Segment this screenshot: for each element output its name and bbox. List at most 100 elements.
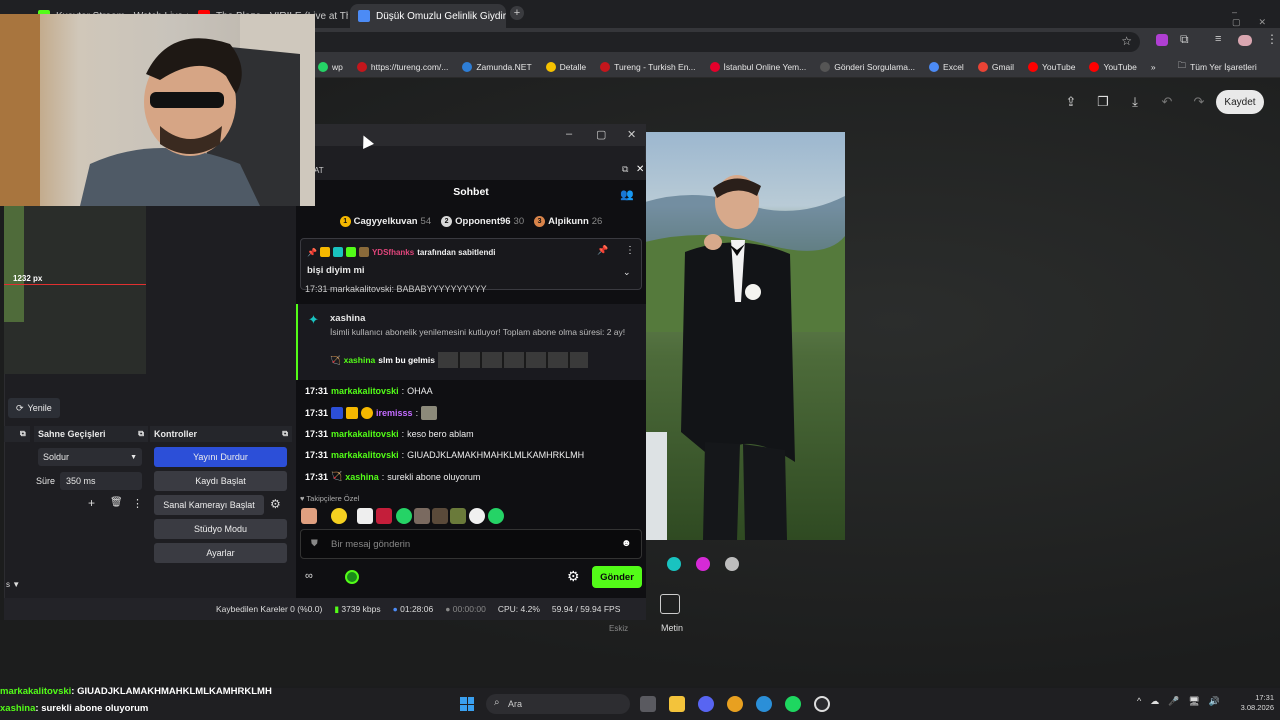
emote-icon[interactable] (414, 508, 430, 524)
leader-item[interactable]: 3 Alpikunn 26 (534, 216, 602, 227)
bookmark-item[interactable]: YouTube (1089, 61, 1137, 72)
task-view-icon[interactable] (640, 696, 656, 712)
edge-icon[interactable] (756, 696, 772, 712)
chat-message[interactable]: 17:31 iremisss: (305, 406, 438, 420)
bookmark-item[interactable]: Excel (929, 61, 964, 72)
kick-points-icon[interactable] (345, 570, 359, 584)
emoji-icon[interactable]: ☻ (621, 538, 632, 549)
new-tab-button[interactable]: + (510, 6, 524, 20)
leader-item[interactable]: 2 Opponent96 30 (441, 216, 524, 227)
emote-icon[interactable] (376, 508, 392, 524)
bookmark-item[interactable]: Gönderi Sorgulama... (820, 61, 915, 72)
puzzle-icon[interactable]: ⧉ (1180, 32, 1189, 47)
msg-user[interactable]: markakalitovski (331, 450, 399, 460)
emote-icon[interactable] (469, 508, 485, 524)
taskbar-clock[interactable]: 17:31 3.08.2026 (1234, 693, 1274, 713)
leader-item[interactable]: 1 Cagyyelkuvan 54 (339, 216, 431, 227)
bookmark-item[interactable]: Gmail (977, 61, 1014, 72)
share-icon[interactable]: ⇪ (1060, 91, 1082, 113)
system-tray[interactable]: ^☁🎤🖥🔊 (1137, 696, 1229, 707)
bookmark-item[interactable]: Zamunda.NET (462, 61, 532, 72)
dropdown-icon[interactable]: s ▼ (6, 580, 20, 589)
msg-user[interactable]: xashina (345, 472, 379, 482)
emote-icon[interactable] (331, 508, 347, 524)
all-bookmarks-button[interactable]: 🗀 Tüm Yer İşaretleri (1178, 60, 1257, 74)
refresh-button[interactable]: ⟳ Yenile (8, 398, 60, 418)
bookmark-item[interactable]: YouTube (1028, 61, 1075, 72)
trash-icon[interactable]: 🗑 (110, 497, 123, 508)
msg-user[interactable]: markakalitovski (331, 429, 399, 439)
bookmark-item[interactable]: Detalle (545, 61, 586, 72)
maximize-icon[interactable]: ▢ (596, 128, 606, 141)
add-icon[interactable]: + (88, 496, 95, 510)
chat-message[interactable]: 17:31 markakalitovski: OHAA (305, 386, 433, 396)
extension-icon[interactable] (1156, 34, 1168, 46)
more-bookmarks-button[interactable]: » (1151, 62, 1156, 72)
text-frame-icon[interactable] (660, 594, 680, 614)
pin-icon[interactable]: 📌 (597, 245, 608, 256)
chat-input[interactable]: ⛊ Bir mesaj gönderin ☻ (300, 529, 642, 559)
chat-message[interactable]: 17:31 markakalitovski: GIUADJKLAMAKHMAHK… (305, 450, 584, 460)
obs-icon[interactable] (814, 696, 830, 712)
window-controls[interactable]: –▢✕ (1232, 7, 1280, 28)
color-swatch-magenta[interactable] (696, 557, 710, 571)
copy-icon[interactable]: ❐ (1092, 91, 1114, 113)
minimize-icon[interactable]: – (566, 128, 572, 140)
dock-float-icon[interactable]: ⧉ (282, 429, 288, 439)
file-explorer-icon[interactable] (669, 696, 685, 712)
msg-user[interactable]: iremisss (376, 408, 413, 418)
dock-float-icon[interactable]: ⧉ (622, 164, 628, 175)
color-swatch-gray[interactable] (725, 557, 739, 571)
start-recording-button[interactable]: Kaydı Başlat (154, 471, 287, 491)
bookmark-item[interactable]: https://tureng.com/... (356, 61, 448, 72)
windows-start-icon[interactable] (460, 697, 474, 711)
more-icon[interactable]: ⋮ (132, 497, 143, 510)
more-icon[interactable]: ⋮ (625, 245, 635, 256)
bookmark-item[interactable]: İstanbul Online Yem... (709, 61, 806, 72)
users-icon[interactable]: 👥 (620, 188, 634, 201)
pinned-message[interactable]: 📌 YDSfhanks tarafından sabitlendi bişi d… (300, 238, 642, 290)
dock-float-icon[interactable]: ⧉ (138, 429, 144, 439)
download-icon[interactable]: ⤓ (1124, 91, 1146, 113)
studio-mode-button[interactable]: Stüdyo Modu (154, 519, 287, 539)
emote-icon[interactable] (357, 508, 373, 524)
msg-user[interactable]: markakalitovski (331, 386, 399, 396)
emote-icon[interactable] (488, 508, 504, 524)
gear-icon[interactable]: ⚙ (567, 568, 580, 585)
bookmark-item[interactable]: wp (318, 61, 343, 72)
groom-photo[interactable] (645, 132, 845, 540)
close-icon[interactable]: ✕ (627, 128, 636, 141)
dock-float-icon[interactable]: ⧉ (20, 429, 26, 439)
settings-button[interactable]: Ayarlar (154, 543, 287, 563)
spotify-icon[interactable] (785, 696, 801, 712)
emote-icon[interactable] (450, 508, 466, 524)
undo-icon[interactable]: ↶ (1156, 91, 1178, 113)
emote-icon[interactable] (432, 508, 448, 524)
chrome-icon[interactable] (727, 696, 743, 712)
emote-icon[interactable] (301, 508, 317, 524)
save-button[interactable]: Kaydet (1216, 90, 1264, 114)
start-virtual-cam-button[interactable]: Sanal Kamerayı Başlat (154, 495, 264, 515)
tab-active[interactable]: Düşük Omuzlu Gelinlik Giydirme ✕ (350, 4, 506, 28)
redo-icon[interactable]: ↷ (1188, 91, 1210, 113)
close-icon[interactable]: ✕ (636, 164, 644, 175)
chevron-down-icon[interactable]: ⌄ (623, 267, 631, 278)
profile-avatar[interactable] (1238, 35, 1252, 46)
stop-stream-button[interactable]: Yayını Durdur (154, 447, 287, 467)
gear-icon[interactable]: ⚙ (270, 497, 281, 511)
infinity-icon[interactable]: ∞ (305, 570, 313, 582)
star-icon[interactable]: ☆ (1121, 34, 1132, 48)
obs-preview[interactable] (4, 206, 146, 374)
send-button[interactable]: Gönder (592, 566, 642, 588)
taskbar-search[interactable]: ⌕ Ara (486, 694, 630, 714)
media-icon[interactable]: ≡ (1215, 33, 1221, 45)
chat-message[interactable]: 17:31 🏹 xashina: surekli abone oluyorum (305, 471, 480, 482)
duration-field[interactable]: 350 ms (60, 472, 142, 490)
transition-select[interactable]: Soldur ▼ (38, 448, 142, 466)
address-bar[interactable]: 3 ☆ (300, 32, 1140, 52)
emote-icon[interactable] (396, 508, 412, 524)
discord-icon[interactable] (698, 696, 714, 712)
chat-message[interactable]: 17:31 markakalitovski: keso bero ablam (305, 429, 474, 439)
menu-icon[interactable]: ⋮ (1266, 32, 1278, 46)
color-swatch-cyan[interactable] (667, 557, 681, 571)
